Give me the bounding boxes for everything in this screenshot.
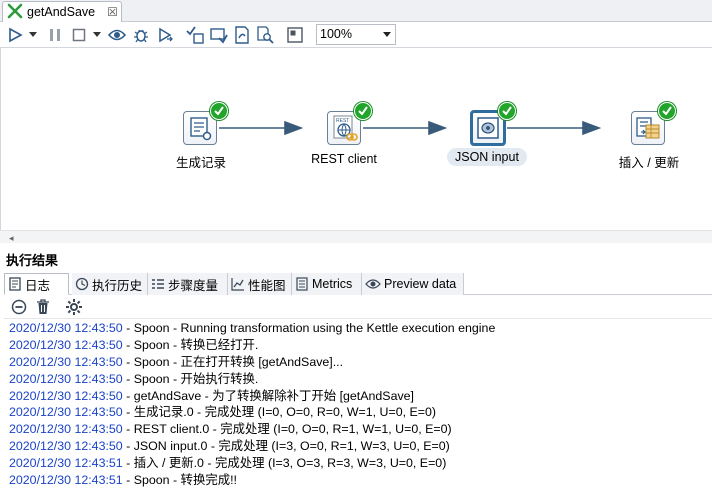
verify-icon[interactable]: [186, 26, 204, 44]
log-line: 2020/12/30 12:43:50 - Spoon - 正在打开转换 [ge…: [9, 354, 712, 371]
log-timestamp: 2020/12/30 12:43:50: [9, 388, 123, 403]
transformation-canvas[interactable]: 生成记录 REST REST client JSON input 插入 / 更新: [0, 48, 712, 230]
log-output[interactable]: 2020/12/30 12:43:50 - Spoon - Running tr…: [4, 318, 712, 491]
pause-icon[interactable]: [46, 26, 64, 44]
explore-db-icon[interactable]: [256, 26, 274, 44]
tab-title: getAndSave: [27, 5, 96, 19]
log-message: - getAndSave - 为了转换解除补丁开始 [getAndSave]: [122, 388, 414, 403]
log-line: 2020/12/30 12:43:50 - Spoon - Running tr…: [9, 320, 712, 337]
step-label-generate: 生成记录: [175, 156, 226, 170]
svg-text:REST: REST: [336, 118, 349, 124]
tab-log-label: 日志: [25, 278, 51, 293]
log-line: 2020/12/30 12:43:51 - 插入 / 更新.0 - 完成处理 (…: [9, 455, 712, 472]
tab-log[interactable]: 日志: [4, 273, 69, 295]
show-results-icon[interactable]: [286, 26, 304, 44]
log-line: 2020/12/30 12:43:50 - JSON input.0 - 完成处…: [9, 438, 712, 455]
scroll-left-icon[interactable]: ◂: [9, 233, 14, 244]
log-message: - Spoon - 转换已经打开.: [122, 337, 259, 352]
log-message: - Spoon - 正在打开转换 [getAndSave]...: [122, 354, 344, 369]
step-metrics-icon: [151, 277, 165, 291]
clear-log-icon[interactable]: [10, 298, 28, 316]
log-line: 2020/12/30 12:43:50 - Spoon - 开始执行转换.: [9, 371, 712, 388]
transformation-icon: [7, 3, 23, 22]
hop-arrow-icon: [582, 120, 602, 136]
preview-data-icon: [365, 278, 381, 290]
replay-icon[interactable]: [156, 26, 174, 44]
step-label-rest: REST client: [311, 152, 377, 166]
performance-icon: [231, 277, 245, 291]
log-message: - 插入 / 更新.0 - 完成处理 (I=3, O=3, R=3, W=3, …: [122, 456, 447, 471]
log-message: - Spoon - 转换完成!!: [122, 473, 238, 488]
log-timestamp: 2020/12/30 12:43:50: [9, 321, 123, 335]
success-check-icon: [354, 102, 372, 120]
log-toolbar: [4, 295, 712, 319]
delete-icon[interactable]: [34, 298, 52, 316]
log-timestamp: 2020/12/30 12:43:50: [9, 422, 123, 437]
tab-performance-label: 性能图: [248, 278, 286, 293]
tab-history[interactable]: 执行历史: [72, 273, 148, 295]
step-label-json: JSON input: [447, 148, 527, 166]
tab-metrics-label: Metrics: [312, 277, 353, 291]
spoon-window: getAndSave ☒ 100% 生成记录 REST REST client …: [0, 0, 712, 491]
run-dropdown-icon[interactable]: [28, 26, 38, 44]
log-line: 2020/12/30 12:43:50 - 生成记录.0 - 完成处理 (I=0…: [9, 404, 712, 421]
execution-results-title: 执行结果: [6, 253, 59, 268]
tab-performance[interactable]: 性能图: [228, 273, 292, 295]
metrics-icon: [295, 277, 309, 291]
log-message: - REST client.0 - 完成处理 (I=0, O=0, R=1, W…: [122, 422, 452, 437]
log-message: - 生成记录.0 - 完成处理 (I=0, O=0, R=0, W=1, U=0…: [122, 405, 437, 420]
log-message: - Spoon - Running transformation using t…: [122, 321, 496, 335]
sql-icon[interactable]: [233, 26, 251, 44]
zoom-select[interactable]: 100%: [316, 24, 396, 45]
settings-icon[interactable]: [65, 298, 83, 316]
log-timestamp: 2020/12/30 12:43:50: [9, 439, 123, 454]
run-icon[interactable]: [6, 26, 24, 44]
log-timestamp: 2020/12/30 12:43:50: [9, 354, 123, 369]
log-timestamp: 2020/12/30 12:43:51: [9, 473, 123, 488]
stop-icon[interactable]: [70, 26, 88, 44]
tab-preview-data[interactable]: Preview data: [362, 273, 464, 295]
tab-step-metrics[interactable]: 步骤度量: [148, 273, 228, 295]
editor-tab-bar: getAndSave ☒: [0, 0, 712, 22]
hop-arrow-icon: [284, 120, 304, 136]
debug-icon[interactable]: [132, 26, 150, 44]
hop-arrow-icon: [428, 120, 448, 136]
zoom-value: 100%: [320, 27, 352, 41]
log-timestamp: 2020/12/30 12:43:50: [9, 371, 123, 386]
canvas-horizontal-scrollbar[interactable]: ◂: [0, 230, 712, 243]
tab-step-metrics-label: 步骤度量: [168, 278, 219, 293]
json-input-icon: [477, 117, 499, 139]
log-line: 2020/12/30 12:43:51 - Spoon - 转换完成!!: [9, 472, 712, 489]
tab-history-label: 执行历史: [92, 278, 143, 293]
log-timestamp: 2020/12/30 12:43:50: [9, 405, 123, 420]
success-check-icon: [498, 102, 516, 120]
log-timestamp: 2020/12/30 12:43:51: [9, 456, 123, 471]
success-check-icon: [658, 102, 676, 120]
tab-preview-data-label: Preview data: [384, 277, 457, 291]
success-check-icon: [210, 102, 228, 120]
close-icon[interactable]: ☒: [107, 5, 118, 19]
log-message: - Spoon - 开始执行转换.: [122, 371, 259, 386]
transformation-toolbar: 100%: [0, 22, 712, 48]
log-line: 2020/12/30 12:43:50 - getAndSave - 为了转换解…: [9, 388, 712, 405]
log-line: 2020/12/30 12:43:50 - Spoon - 转换已经打开.: [9, 337, 712, 354]
impact-icon[interactable]: [210, 26, 228, 44]
tab-metrics[interactable]: Metrics: [292, 273, 362, 295]
log-icon: [8, 277, 22, 291]
history-icon: [75, 277, 89, 291]
stop-dropdown-icon[interactable]: [92, 26, 102, 44]
preview-icon[interactable]: [108, 26, 126, 44]
log-line: 2020/12/30 12:43:50 - REST client.0 - 完成…: [9, 421, 712, 438]
results-tab-bar: 日志 执行历史 步骤度量 性能图 Metrics Preview data: [4, 273, 712, 295]
log-message: - JSON input.0 - 完成处理 (I=3, O=0, R=1, W=…: [122, 439, 450, 454]
step-label-insert: 插入 / 更新: [618, 156, 680, 170]
log-timestamp: 2020/12/30 12:43:50: [9, 337, 123, 352]
chevron-down-icon: [383, 32, 391, 37]
tab-getandsave[interactable]: getAndSave ☒: [2, 1, 122, 22]
